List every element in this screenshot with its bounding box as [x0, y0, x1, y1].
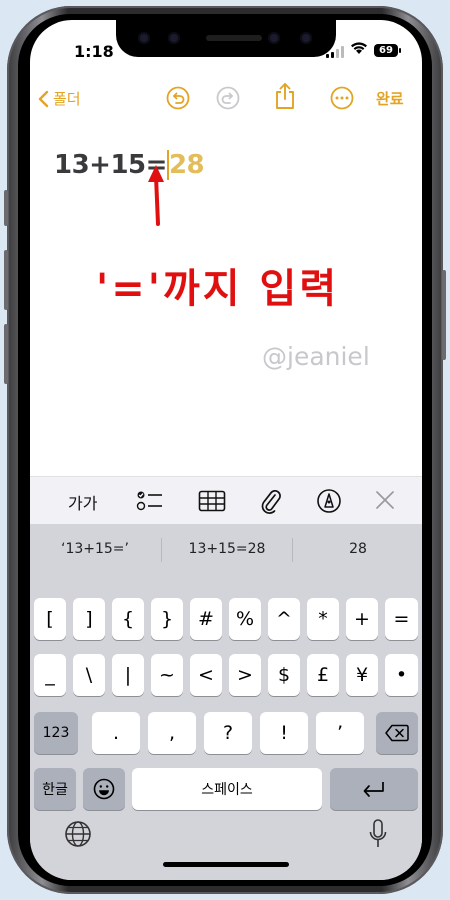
checklist-icon[interactable]	[136, 489, 164, 513]
volume-down-button	[4, 324, 8, 384]
done-button[interactable]: 완료	[376, 88, 404, 109]
redo-icon[interactable]	[216, 86, 240, 110]
text-format-button[interactable]: 가가	[68, 490, 97, 514]
mic-icon[interactable]	[368, 818, 388, 850]
volume-up-button	[4, 250, 8, 310]
globe-icon[interactable]	[64, 820, 92, 848]
key-yen[interactable]: ¥	[346, 654, 378, 696]
delete-key[interactable]	[376, 712, 418, 754]
key-dollar[interactable]: $	[268, 654, 300, 696]
mute-switch	[4, 190, 8, 226]
key-hash[interactable]: #	[190, 598, 222, 640]
format-toolbar: 가가	[30, 476, 422, 525]
markup-icon[interactable]	[316, 488, 342, 514]
camera-icon	[138, 32, 150, 44]
key-plus[interactable]: +	[346, 598, 378, 640]
key-question[interactable]: ?	[204, 712, 252, 754]
key-backslash[interactable]: \	[73, 654, 105, 696]
key-equals[interactable]: =	[385, 598, 418, 640]
key-caret[interactable]: ^	[268, 598, 300, 640]
back-button[interactable]: 폴더	[38, 88, 81, 109]
screen: 1:18 69 폴더 완료 13+15= 28 '='까지 입력 @jeanie…	[30, 20, 422, 880]
key-pound[interactable]: £	[307, 654, 339, 696]
delete-icon	[385, 724, 409, 742]
key-percent[interactable]: %	[229, 598, 261, 640]
return-icon	[363, 782, 384, 797]
return-key[interactable]	[330, 768, 418, 810]
battery-indicator: 69	[374, 44, 401, 57]
key-language-hangul[interactable]: 한글	[34, 768, 76, 810]
key-asterisk[interactable]: *	[307, 598, 339, 640]
more-icon[interactable]	[330, 86, 354, 110]
key-tilde[interactable]: ~	[151, 654, 183, 696]
emoji-icon	[93, 778, 115, 800]
watermark: @jeaniel	[262, 342, 370, 371]
key-underscore[interactable]: _	[34, 654, 66, 696]
keyboard: [ ] { } # % ^ * + = _ \ | ~ < > $ £ ¥ • …	[30, 574, 422, 880]
chevron-left-icon	[38, 90, 49, 107]
back-label: 폴더	[53, 90, 81, 108]
wifi-icon	[351, 42, 367, 54]
annotation-text: '='까지 입력	[96, 266, 340, 312]
key-period[interactable]: .	[92, 712, 140, 754]
key-less-than[interactable]: <	[190, 654, 222, 696]
signal-icon	[326, 46, 344, 58]
emoji-key[interactable]	[83, 768, 125, 810]
prediction-item[interactable]: 13+15=28	[162, 541, 292, 557]
home-indicator	[163, 862, 289, 867]
share-icon[interactable]	[274, 82, 296, 110]
key-numbers-mode[interactable]: 123	[34, 712, 78, 754]
speaker-grille	[206, 35, 262, 41]
undo-icon[interactable]	[166, 86, 190, 110]
key-exclamation[interactable]: !	[260, 712, 308, 754]
space-key[interactable]: 스페이스	[132, 768, 322, 810]
key-comma[interactable]: ,	[148, 712, 196, 754]
key-apostrophe[interactable]: ’	[316, 712, 364, 754]
notch	[116, 20, 336, 57]
close-icon[interactable]	[375, 490, 395, 510]
key-greater-than[interactable]: >	[229, 654, 261, 696]
predictive-text-bar: ‘13+15=’ 13+15=28 28	[30, 524, 422, 574]
key-close-brace[interactable]: }	[151, 598, 183, 640]
table-icon[interactable]	[198, 490, 226, 512]
key-open-brace[interactable]: {	[112, 598, 144, 640]
power-button	[442, 270, 446, 360]
key-close-bracket[interactable]: ]	[73, 598, 105, 640]
key-bullet[interactable]: •	[385, 654, 418, 696]
sensor-icon	[168, 32, 180, 44]
key-pipe[interactable]: |	[112, 654, 144, 696]
status-time: 1:18	[74, 42, 114, 61]
front-camera-icon	[268, 32, 280, 44]
face-id-sensor-icon	[300, 32, 312, 44]
prediction-item[interactable]: 28	[293, 541, 422, 557]
note-body[interactable]: 13+15= 28	[54, 150, 205, 180]
key-open-bracket[interactable]: [	[34, 598, 66, 640]
annotation-arrow	[148, 165, 164, 226]
paperclip-icon[interactable]	[260, 487, 282, 515]
prediction-item[interactable]: ‘13+15=’	[30, 541, 160, 557]
